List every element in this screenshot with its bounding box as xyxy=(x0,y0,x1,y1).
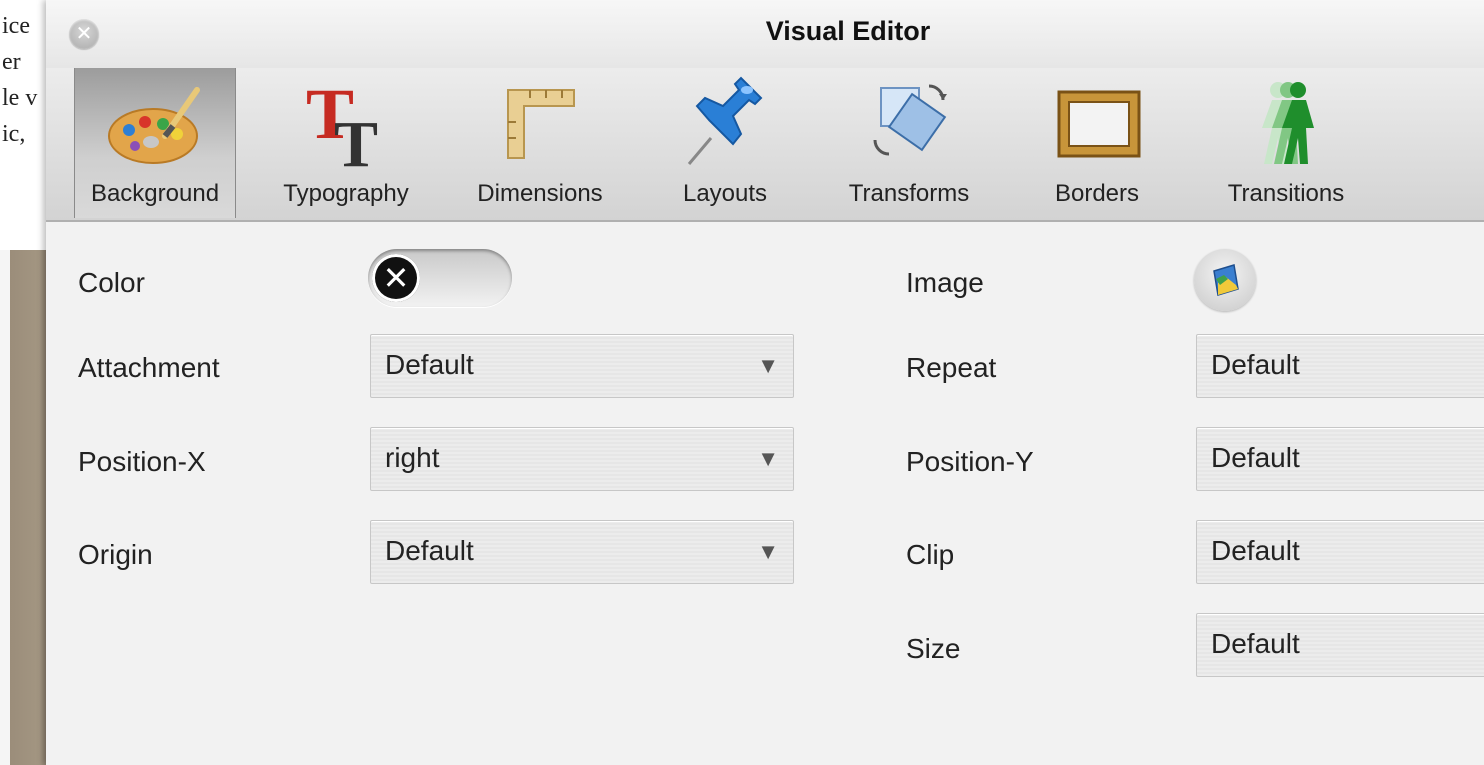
background-text-line: ice xyxy=(2,13,30,39)
select-value: Default xyxy=(385,535,474,566)
tab-label: Dimensions xyxy=(477,180,603,207)
tab-background[interactable]: Background xyxy=(74,68,236,218)
image-picker-icon xyxy=(1213,264,1239,296)
select-value: Default xyxy=(1211,628,1300,659)
background-page: ice er le v ic, xyxy=(0,0,48,765)
background-image-strip xyxy=(0,250,48,765)
close-icon: ✕ xyxy=(372,254,420,302)
rotate-icon xyxy=(873,84,947,156)
background-settings-form: Color ✕ Attachment Default ▼ Position-X … xyxy=(46,222,1484,765)
color-toggle[interactable]: ✕ xyxy=(368,249,512,307)
image-label: Image xyxy=(906,267,984,298)
background-page-text: ice er le v ic, xyxy=(0,0,48,230)
clip-label: Clip xyxy=(906,539,955,570)
size-label: Size xyxy=(906,633,961,664)
tab-label: Layouts xyxy=(682,180,768,207)
typography-icon: T T xyxy=(306,76,378,172)
position-y-label: Position-Y xyxy=(906,446,1034,477)
repeat-label: Repeat xyxy=(906,352,997,383)
color-label: Color xyxy=(78,267,145,298)
chevron-down-icon: ▼ xyxy=(757,353,779,378)
svg-text:T: T xyxy=(334,108,378,172)
select-value: Default xyxy=(1211,535,1300,566)
position-y-select[interactable]: Default xyxy=(1196,427,1484,491)
background-text-line: ic, xyxy=(2,121,26,147)
tab-label: Transitions xyxy=(1227,180,1345,207)
tab-typography[interactable]: T T Typography xyxy=(266,68,426,218)
background-text-line: le v xyxy=(2,85,38,111)
visual-editor-window: ✕ Visual Editor Background T T Typograph… xyxy=(46,0,1484,765)
tab-label: Borders xyxy=(1054,180,1140,207)
origin-select[interactable]: Default ▼ xyxy=(370,520,794,584)
select-value: Default xyxy=(1211,442,1300,473)
chevron-down-icon: ▼ xyxy=(757,539,779,564)
ruler-corner-icon xyxy=(507,89,575,159)
select-value: Default xyxy=(1211,349,1300,380)
image-picker-button[interactable] xyxy=(1194,249,1256,311)
tab-label: Typography xyxy=(283,180,409,207)
palette-icon xyxy=(108,87,200,164)
attachment-select[interactable]: Default ▼ xyxy=(370,334,794,398)
frame-icon xyxy=(1057,90,1141,158)
position-x-select[interactable]: right ▼ xyxy=(370,427,794,491)
select-value: Default xyxy=(385,349,474,380)
origin-label: Origin xyxy=(78,539,153,570)
tab-label: Background xyxy=(90,180,220,207)
select-value: right xyxy=(385,442,440,473)
walking-person-icon xyxy=(1262,82,1314,164)
attachment-label: Attachment xyxy=(78,352,220,383)
size-select[interactable]: Default xyxy=(1196,613,1484,677)
position-x-label: Position-X xyxy=(78,446,206,477)
tab-borders[interactable]: Borders xyxy=(1036,68,1158,218)
pushpin-icon xyxy=(687,76,763,165)
chevron-down-icon: ▼ xyxy=(757,446,779,471)
tab-transitions[interactable]: Transitions xyxy=(1206,68,1366,218)
tab-layouts[interactable]: Layouts xyxy=(658,68,792,218)
title-bar: ✕ Visual Editor xyxy=(46,0,1484,68)
tab-label: Transforms xyxy=(848,180,970,207)
clip-select[interactable]: Default xyxy=(1196,520,1484,584)
tab-dimensions[interactable]: Dimensions xyxy=(460,68,620,218)
background-text-line: er xyxy=(2,49,21,75)
tab-transforms[interactable]: Transforms xyxy=(832,68,986,218)
toolbar: Background T T Typography Dimensions Lay… xyxy=(46,68,1484,222)
repeat-select[interactable]: Default xyxy=(1196,334,1484,398)
window-title: Visual Editor xyxy=(765,16,931,46)
